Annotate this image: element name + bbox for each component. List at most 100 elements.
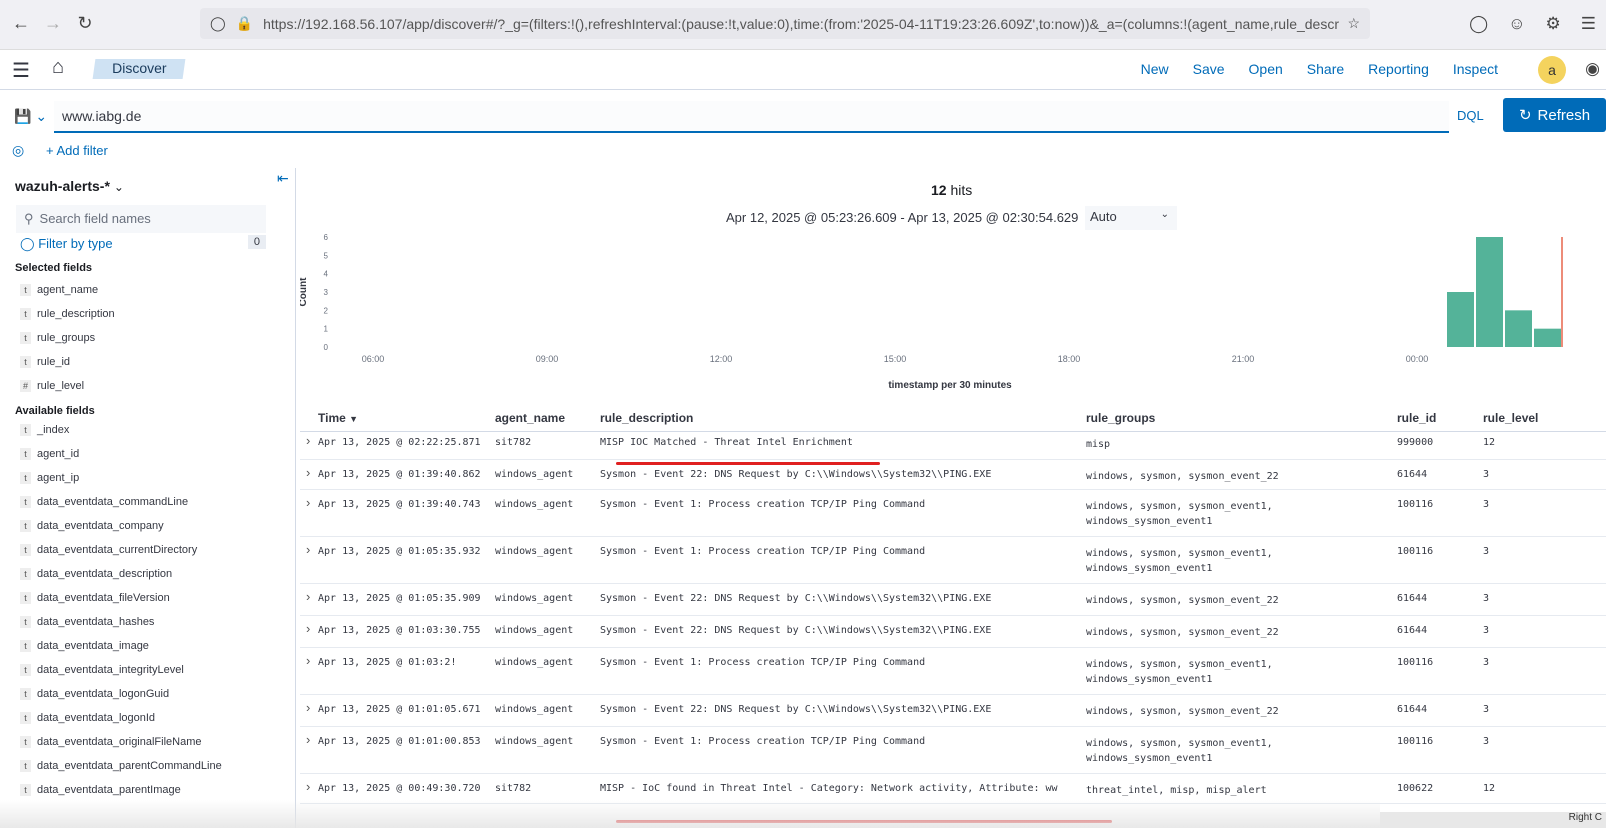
expand-row-icon[interactable]: › xyxy=(306,542,310,557)
field-name: data_eventdata_fileVersion xyxy=(37,592,170,604)
help-icon[interactable]: ◉ xyxy=(1585,59,1600,79)
reload-icon[interactable]: ↻ xyxy=(70,13,100,34)
field-item[interactable]: t data_eventdata_parentImage xyxy=(20,784,181,796)
account-icon[interactable]: ☺ xyxy=(1508,14,1525,34)
x-axis-label: timestamp per 30 minutes xyxy=(888,380,1012,391)
expand-row-icon[interactable]: › xyxy=(306,433,310,448)
collapse-sidebar-icon[interactable]: ⇤ xyxy=(277,170,289,187)
expand-row-icon[interactable]: › xyxy=(306,653,310,668)
hits-count: 12 hits xyxy=(931,182,972,198)
field-item[interactable]: t data_eventdata_integrityLevel xyxy=(20,664,184,676)
cell-rule-level: 3 xyxy=(1483,593,1490,604)
field-name: _index xyxy=(37,424,70,436)
cell-rule-groups: windows, sysmon, sysmon_event_22 xyxy=(1086,706,1279,717)
histogram-bar xyxy=(1534,328,1561,347)
saved-query-icon[interactable]: 💾 ⌄ xyxy=(14,108,47,125)
available-fields-title: Available fields xyxy=(15,405,95,417)
bookmark-star-icon[interactable]: ☆ xyxy=(1347,15,1360,32)
menu-icon[interactable]: ☰ xyxy=(1581,14,1596,34)
field-item[interactable]: t data_eventdata_company xyxy=(20,520,164,532)
breadcrumb[interactable]: Discover xyxy=(92,59,186,79)
y-tick-label: 6 xyxy=(324,233,329,242)
col-rule-level[interactable]: rule_level xyxy=(1483,411,1538,425)
field-item[interactable]: t data_eventdata_logonId xyxy=(20,712,155,724)
avatar[interactable]: a xyxy=(1538,56,1566,84)
expand-row-icon[interactable]: › xyxy=(306,465,310,480)
filter-icon[interactable]: ◎ xyxy=(12,142,24,159)
table-row[interactable]: › Apr 13, 2025 @ 01:05:35.932 windows_agen… xyxy=(300,537,1606,584)
table-row[interactable]: › Apr 13, 2025 @ 02:22:25.871 sit782 MISP I… xyxy=(300,428,1606,460)
col-rule-description[interactable]: rule_description xyxy=(600,411,693,425)
table-row[interactable]: › Apr 13, 2025 @ 01:39:40.862 windows_agen… xyxy=(300,460,1606,490)
expand-row-icon[interactable]: › xyxy=(306,779,310,794)
address-bar[interactable]: ◯ 🔒 https://192.168.56.107/app/discover#… xyxy=(200,8,1370,39)
lock-icon: 🔒 xyxy=(235,15,254,31)
field-item[interactable]: t agent_ip xyxy=(20,472,79,484)
sort-desc-icon: ▼ xyxy=(349,414,359,424)
col-rule-groups[interactable]: rule_groups xyxy=(1086,411,1155,425)
query-language-toggle[interactable]: DQL xyxy=(1457,108,1484,123)
table-row[interactable]: › Apr 13, 2025 @ 01:03:2! windows_agent Sys… xyxy=(300,648,1606,695)
refresh-button[interactable]: ↻ Refresh xyxy=(1503,98,1606,132)
table-row[interactable]: › Apr 13, 2025 @ 01:01:05.671 windows_agen… xyxy=(300,695,1606,727)
field-name: agent_ip xyxy=(37,472,80,484)
cell-agent-name: windows_agent xyxy=(495,546,574,557)
open-link[interactable]: Open xyxy=(1249,61,1283,77)
field-item[interactable]: t data_eventdata_parentCommandLine xyxy=(20,760,222,772)
field-item[interactable]: t rule_id xyxy=(20,356,70,368)
cell-rule-description: MISP IOC Matched - Threat Intel Enrichme… xyxy=(600,437,853,448)
reporting-link[interactable]: Reporting xyxy=(1368,61,1429,77)
expand-row-icon[interactable]: › xyxy=(306,700,310,715)
expand-row-icon[interactable]: › xyxy=(306,732,310,747)
field-item[interactable]: t data_eventdata_logonGuid xyxy=(20,688,169,700)
new-link[interactable]: New xyxy=(1141,61,1169,77)
cell-rule-id: 100116 xyxy=(1397,736,1434,747)
forward-icon[interactable]: → xyxy=(38,13,68,34)
field-item[interactable]: t rule_groups xyxy=(20,332,95,344)
extensions-icon[interactable]: ⚙ xyxy=(1546,14,1561,34)
col-time[interactable]: Time ▼ xyxy=(318,411,358,425)
cell-rule-description: Sysmon - Event 1: Process creation TCP/I… xyxy=(600,499,926,510)
cell-rule-level: 12 xyxy=(1483,783,1496,794)
index-pattern-selector[interactable]: wazuh-alerts-* ⌄ xyxy=(15,178,124,194)
back-icon[interactable]: ← xyxy=(6,13,36,34)
filter-by-type[interactable]: ◯ Filter by type 0 xyxy=(20,235,266,252)
field-item[interactable]: t data_eventdata_commandLine xyxy=(20,496,188,508)
cell-rule-groups: windows, sysmon, sysmon_event1, windows_… xyxy=(1086,501,1273,527)
table-row[interactable]: › Apr 13, 2025 @ 01:03:30.755 windows_agen… xyxy=(300,616,1606,648)
field-item[interactable]: t _index xyxy=(20,424,69,436)
field-item[interactable]: t data_eventdata_fileVersion xyxy=(20,592,170,604)
field-type-icon: # xyxy=(20,380,31,392)
field-search-input[interactable]: ⚲ Search field names xyxy=(16,205,266,233)
expand-row-icon[interactable]: › xyxy=(306,589,310,604)
field-type-icon: t xyxy=(20,496,31,508)
search-input[interactable]: www.iabg.de xyxy=(54,101,1449,133)
cell-rule-level: 3 xyxy=(1483,469,1490,480)
table-row[interactable]: › Apr 13, 2025 @ 01:01:00.853 windows_agen… xyxy=(300,727,1606,774)
add-filter-button[interactable]: + Add filter xyxy=(46,143,108,158)
cell-time: Apr 13, 2025 @ 01:39:40.743 xyxy=(318,499,481,510)
inspect-link[interactable]: Inspect xyxy=(1453,61,1498,77)
field-item[interactable]: t rule_description xyxy=(20,308,115,320)
hamburger-icon[interactable]: ☰ xyxy=(12,58,30,83)
field-item[interactable]: t data_eventdata_image xyxy=(20,640,149,652)
expand-row-icon[interactable]: › xyxy=(306,621,310,636)
table-row[interactable]: › Apr 13, 2025 @ 01:05:35.909 windows_agen… xyxy=(300,584,1606,616)
save-link[interactable]: Save xyxy=(1193,61,1225,77)
pocket-icon[interactable]: ◯ xyxy=(1469,14,1488,34)
home-icon[interactable]: ⌂ xyxy=(52,56,64,79)
selected-fields-title: Selected fields xyxy=(15,262,93,274)
field-item[interactable]: t data_eventdata_description xyxy=(20,568,172,580)
share-link[interactable]: Share xyxy=(1307,61,1344,77)
field-item[interactable]: t data_eventdata_originalFileName xyxy=(20,736,202,748)
col-rule-id[interactable]: rule_id xyxy=(1397,411,1436,425)
field-item[interactable]: t agent_name xyxy=(20,284,98,296)
interval-select[interactable]: Auto ⌄ xyxy=(1085,206,1177,230)
field-item[interactable]: t data_eventdata_hashes xyxy=(20,616,154,628)
field-item[interactable]: t data_eventdata_currentDirectory xyxy=(20,544,197,556)
field-item[interactable]: # rule_level xyxy=(20,380,84,392)
table-row[interactable]: › Apr 13, 2025 @ 01:39:40.743 windows_agen… xyxy=(300,490,1606,537)
col-agent-name[interactable]: agent_name xyxy=(495,411,565,425)
expand-row-icon[interactable]: › xyxy=(306,495,310,510)
field-item[interactable]: t agent_id xyxy=(20,448,79,460)
